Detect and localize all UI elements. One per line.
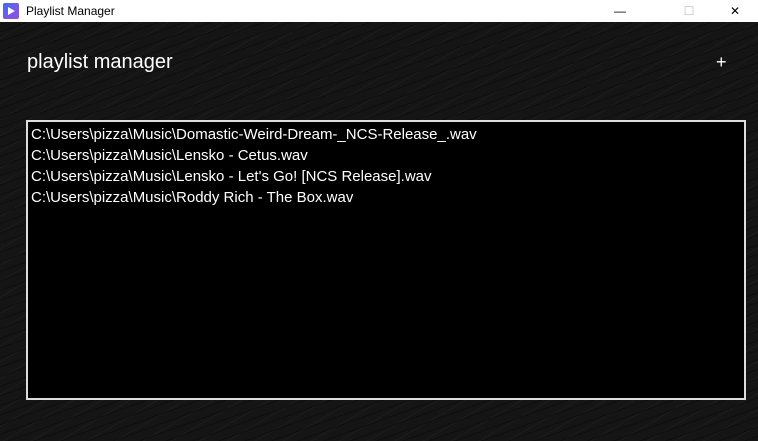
maximize-button[interactable]: ☐: [666, 0, 712, 22]
app-icon: [3, 3, 19, 19]
list-item[interactable]: C:\Users\pizza\Music\Lensko - Let's Go! …: [31, 166, 741, 187]
main-area: playlist manager + C:\Users\pizza\Music\…: [0, 22, 758, 441]
close-button[interactable]: ✕: [712, 0, 758, 22]
window-title: Playlist Manager: [26, 4, 115, 18]
title-bar: Playlist Manager — ☐ ✕: [0, 0, 758, 22]
minimize-button[interactable]: —: [597, 0, 643, 22]
list-item[interactable]: C:\Users\pizza\Music\Domastic-Weird-Drea…: [31, 124, 741, 145]
list-item[interactable]: C:\Users\pizza\Music\Lensko - Cetus.wav: [31, 145, 741, 166]
add-button[interactable]: +: [716, 52, 727, 73]
page-title: playlist manager: [27, 51, 173, 73]
playlist-list[interactable]: C:\Users\pizza\Music\Domastic-Weird-Drea…: [26, 120, 746, 400]
list-item[interactable]: C:\Users\pizza\Music\Roddy Rich - The Bo…: [31, 187, 741, 208]
